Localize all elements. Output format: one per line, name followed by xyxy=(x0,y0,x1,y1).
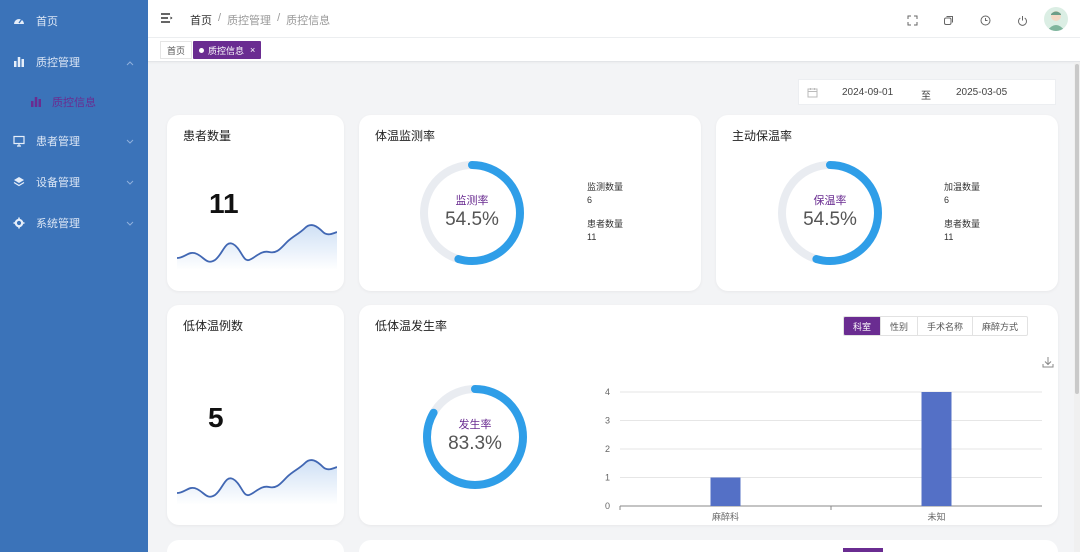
tab-label: 质控信息 xyxy=(208,45,245,56)
card-title: 低体温例数 xyxy=(183,319,244,333)
next-row-card-wide xyxy=(359,540,1058,552)
y-tick-label: 2 xyxy=(605,444,610,454)
menu-toggle-icon[interactable] xyxy=(160,11,173,29)
hypothermia-cases-card: 低体温例数 5 xyxy=(167,305,344,525)
card-title: 体温监测率 xyxy=(375,129,436,143)
tab-bar: 首页 质控信息 × xyxy=(148,38,1080,62)
scrollbar-thumb[interactable] xyxy=(1075,64,1079,394)
sidebar-item-devices[interactable]: 设备管理 xyxy=(0,164,148,200)
chevron-up-icon xyxy=(126,57,134,69)
download-icon[interactable] xyxy=(1042,355,1054,373)
y-tick-label: 3 xyxy=(605,416,610,426)
card-title: 低体温发生率 xyxy=(375,319,448,333)
power-icon[interactable] xyxy=(1017,13,1028,31)
layers-icon xyxy=(12,176,26,188)
ring-percent: 54.5% xyxy=(445,209,499,230)
stat-label: 监测数量 xyxy=(587,182,624,192)
sidebar-item-home[interactable]: 首页 xyxy=(0,3,148,39)
tab-home[interactable]: 首页 xyxy=(160,41,193,59)
sidebar-item-quality-control[interactable]: 质控管理 xyxy=(0,44,148,80)
top-header: 首页 / 质控管理 / 质控信息 xyxy=(148,0,1080,38)
gear-icon xyxy=(12,217,26,229)
sidebar-item-label: 设备管理 xyxy=(36,177,80,189)
next-row-card xyxy=(167,540,344,552)
patient-count-card: 患者数量 11 xyxy=(167,115,344,291)
card-title: 主动保温率 xyxy=(732,129,793,143)
x-tick-label: 麻醉科 xyxy=(712,511,739,522)
stat-label: 患者数量 xyxy=(587,219,624,229)
range-separator: 至 xyxy=(921,91,931,102)
sidebar-item-label: 质控管理 xyxy=(36,57,80,69)
dashboard-icon xyxy=(12,15,26,27)
stat-value: 11 xyxy=(944,232,954,242)
breadcrumb-sep: / xyxy=(218,12,222,24)
hypothermia-bar-chart: 0 1 2 3 4 麻醉科 未知 xyxy=(605,387,1042,522)
sidebar-item-patients[interactable]: 患者管理 xyxy=(0,123,148,159)
bar-0[interactable] xyxy=(710,477,741,507)
bar-chart-icon xyxy=(30,96,42,108)
breadcrumb: 首页 / 质控管理 / 质控信息 xyxy=(190,12,330,28)
y-tick-label: 4 xyxy=(605,387,610,397)
breadcrumb-quality-info: 质控信息 xyxy=(286,15,331,27)
y-tick-label: 1 xyxy=(605,473,610,483)
clock-icon[interactable] xyxy=(980,13,991,31)
fullscreen-icon[interactable] xyxy=(907,13,918,31)
warming-ring: 保温率 54.5% xyxy=(776,159,884,267)
monitor-ring: 监测率 54.5% xyxy=(418,159,526,267)
segment-surgery-name[interactable]: 手术名称 xyxy=(917,317,972,335)
chevron-down-icon xyxy=(126,218,134,230)
chevron-down-icon xyxy=(126,177,134,189)
next-row-active-segment[interactable] xyxy=(843,548,883,552)
active-warming-card: 主动保温率 保温率 54.5% 加温数量 6 患者数量 11 xyxy=(716,115,1058,291)
hypothermia-cases-value: 5 xyxy=(208,402,224,433)
breadcrumb-home[interactable]: 首页 xyxy=(190,12,212,28)
end-date-input[interactable]: 2025-03-05 xyxy=(956,87,1007,98)
card-title: 患者数量 xyxy=(183,129,232,143)
x-tick-label: 未知 xyxy=(927,511,945,522)
ring-label: 监测率 xyxy=(455,195,489,207)
copy-icon[interactable] xyxy=(943,13,954,31)
group-by-segmented-control: 科室 性别 手术名称 麻醉方式 xyxy=(843,316,1029,336)
sidebar-item-label: 质控信息 xyxy=(52,97,96,109)
temp-monitor-card: 体温监测率 监测率 54.5% 监测数量 6 患者数量 11 xyxy=(359,115,701,291)
segment-department[interactable]: 科室 xyxy=(844,317,881,335)
stat-label: 患者数量 xyxy=(944,219,981,229)
stat-value: 11 xyxy=(587,232,597,242)
date-range-picker[interactable]: 2024-09-01 至 2025-03-05 xyxy=(798,79,1056,105)
sidebar-item-label: 首页 xyxy=(36,16,58,28)
stat-value: 6 xyxy=(587,195,593,205)
y-tick-label: 0 xyxy=(605,501,610,511)
ring-percent: 83.3% xyxy=(448,433,502,454)
hypothermia-sparkline xyxy=(177,459,337,505)
ring-label: 保温率 xyxy=(813,195,847,207)
sidebar-item-label: 患者管理 xyxy=(36,136,80,148)
sidebar-item-system[interactable]: 系统管理 xyxy=(0,205,148,241)
hypothermia-ring: 发生率 83.3% xyxy=(421,383,529,491)
chevron-down-icon xyxy=(126,136,134,148)
bar-1[interactable] xyxy=(921,392,952,506)
ring-label: 发生率 xyxy=(458,419,492,431)
sidebar-item-quality-info[interactable]: 质控信息 xyxy=(0,84,148,120)
start-date-input[interactable]: 2024-09-01 xyxy=(842,87,893,98)
stat-label: 加温数量 xyxy=(944,182,981,192)
patient-sparkline xyxy=(177,224,337,270)
calendar-icon xyxy=(807,87,818,101)
avatar[interactable] xyxy=(1044,7,1068,31)
breadcrumb-sep: / xyxy=(277,12,281,24)
sidebar-item-label: 系统管理 xyxy=(36,218,80,230)
segment-anesthesia-method[interactable]: 麻醉方式 xyxy=(972,317,1027,335)
stat-value: 6 xyxy=(944,195,950,205)
monitor-icon xyxy=(12,135,26,147)
active-dot-icon xyxy=(199,47,204,53)
ring-percent: 54.5% xyxy=(803,209,857,230)
bar-chart-icon xyxy=(12,56,26,68)
close-icon[interactable]: × xyxy=(250,45,255,55)
sidebar: 首页 质控管理 质控信息 患者管理 设备管理 系统管理 xyxy=(0,0,148,552)
segment-gender[interactable]: 性别 xyxy=(880,317,917,335)
tab-quality-info[interactable]: 质控信息 × xyxy=(193,41,262,59)
breadcrumb-quality-control[interactable]: 质控管理 xyxy=(227,12,271,28)
